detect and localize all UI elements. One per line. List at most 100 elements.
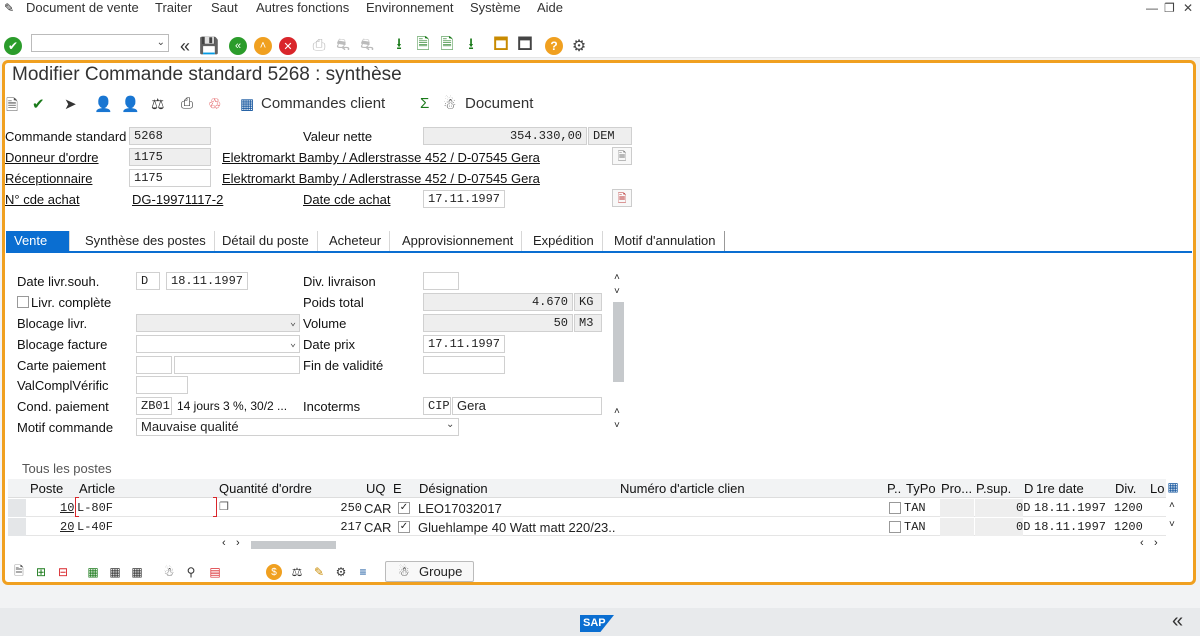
date-cde-achat-field[interactable]: 17.11.1997 (423, 190, 505, 208)
receptionnaire-field[interactable]: 1175 (129, 169, 211, 187)
menu-document-de-vente[interactable]: Document de vente (26, 0, 139, 15)
carte-paiement-field[interactable] (174, 356, 300, 374)
col-div[interactable]: Div. (1115, 480, 1136, 498)
scroll-down-icon[interactable]: ˅ (614, 420, 620, 431)
row-uq[interactable]: CAR (364, 519, 391, 537)
document-flow-icon[interactable]: ☃ (443, 95, 456, 113)
tab-approvisionnement[interactable]: Approvisionnement (394, 231, 523, 251)
sort-icon[interactable]: ≡ (354, 563, 372, 581)
partner-header-icon[interactable]: 👤 (94, 95, 113, 113)
date-livr-field[interactable]: 18.11.1997 (166, 272, 248, 290)
panel-scrollbar[interactable]: ˄ ˅ ˄ ˅ (612, 272, 626, 434)
partner-icon[interactable]: 👤 (121, 95, 140, 113)
menu-saut[interactable]: Saut (211, 0, 238, 15)
row-date[interactable]: 18.11.1997 (1034, 500, 1106, 518)
row-designation[interactable]: Gluehlampe 40 Watt matt 220/23... (418, 519, 616, 537)
row-article[interactable]: L-40F (77, 519, 113, 537)
row-uq[interactable]: CAR (364, 500, 391, 518)
row-selector[interactable] (8, 499, 26, 517)
date-livr-type-field[interactable]: D (136, 272, 160, 290)
reject-icon[interactable]: ♲ (208, 95, 221, 113)
orders-list-icon[interactable]: ▦ (240, 95, 254, 113)
column-settings-icon[interactable]: ▦ (1165, 480, 1181, 496)
grid-hscrollbar[interactable]: ‹ › ‹ › (220, 537, 1166, 551)
col-typo[interactable]: TyPo (906, 480, 936, 498)
blocage-livr-select[interactable]: ⌄ (136, 314, 300, 332)
cancel-icon[interactable]: ✕ (279, 37, 297, 55)
row-d[interactable]: 0D (1016, 519, 1030, 537)
row-quantite[interactable]: 250 (300, 500, 362, 518)
receptionnaire-label[interactable]: Réceptionnaire (5, 171, 92, 186)
menu-aide[interactable]: Aide (537, 0, 563, 15)
menu-traiter[interactable]: Traiter (155, 0, 192, 15)
no-cde-achat-label[interactable]: N° cde achat (5, 192, 80, 207)
col-lot[interactable]: Lot (1150, 480, 1164, 498)
scroll-thumb[interactable] (613, 302, 624, 382)
exit-icon[interactable]: ˄ (254, 37, 272, 55)
row-designation[interactable]: LEO17032017 (418, 500, 502, 518)
col-p[interactable]: P.. (887, 480, 901, 498)
col-poste[interactable]: Poste (30, 480, 63, 498)
menu-environnement[interactable]: Environnement (366, 0, 453, 15)
attachment-icon[interactable]: 🗎 (612, 189, 632, 207)
receptionnaire-name[interactable]: Elektromarkt Bamby / Adlerstrasse 452 / … (222, 171, 540, 186)
previous-page-icon[interactable]: 🗎 (413, 36, 433, 56)
col-uq[interactable]: UQ (366, 480, 386, 498)
col-e[interactable]: E (393, 480, 402, 498)
edit-note-icon[interactable]: ✎ (310, 563, 328, 581)
partner-item-icon[interactable]: ⚲ (182, 563, 200, 581)
item-detail-icon[interactable]: 🗎 (10, 563, 28, 581)
tab-acheteur[interactable]: Acheteur (321, 231, 391, 251)
row-poste[interactable]: 20 (60, 519, 74, 537)
menu-systeme[interactable]: Système (470, 0, 521, 15)
blocage-facture-select[interactable]: ⌄ (136, 335, 300, 353)
row-article[interactable]: L-80F (77, 500, 113, 518)
date-cde-achat-label[interactable]: Date cde achat (303, 192, 390, 207)
command-field[interactable]: ⌄ (31, 34, 169, 52)
value-help-icon[interactable]: ❐ (219, 500, 229, 513)
select-block-icon[interactable]: ▦ (106, 563, 124, 581)
row-e-checkbox[interactable]: ✓ (398, 502, 410, 514)
select-all-icon[interactable]: ▦ (84, 563, 102, 581)
row-typo[interactable]: TAN (904, 500, 926, 518)
row-date[interactable]: 18.11.1997 (1034, 519, 1106, 537)
document-flow-item-icon[interactable]: ☃ (160, 563, 178, 581)
menu-icon[interactable]: ✎ (4, 1, 14, 15)
col-pro[interactable]: Pro... (941, 480, 972, 498)
scroll-down-small-icon[interactable]: ˅ (614, 286, 620, 297)
text-document-icon[interactable]: 🗎 (612, 147, 632, 165)
scroll-left-end-icon[interactable]: ‹ (1140, 537, 1144, 549)
row-typo[interactable]: TAN (904, 519, 926, 537)
tab-expedition[interactable]: Expédition (525, 231, 603, 251)
scroll-up-icon[interactable]: ˄ (614, 272, 620, 283)
row-e-checkbox[interactable]: ✓ (398, 521, 410, 533)
check-icon[interactable]: ✔ (32, 95, 45, 113)
row-d[interactable]: 0D (1016, 500, 1030, 518)
save-icon[interactable]: 💾 (199, 36, 219, 56)
col-quantite[interactable]: Quantité d'ordre (219, 480, 312, 498)
pricing-icon[interactable]: $ (266, 564, 282, 580)
import-icon[interactable]: ➤ (64, 95, 77, 113)
scroll-left-icon[interactable]: ‹ (222, 537, 226, 549)
scroll-up-small-icon[interactable]: ˄ (614, 406, 620, 417)
deselect-all-icon[interactable]: ▦ (128, 563, 146, 581)
insert-row-icon[interactable]: ⊞ (32, 563, 50, 581)
delete-row-icon[interactable]: ⊟ (54, 563, 72, 581)
cond-paiement-code-field[interactable]: ZB01 (136, 397, 172, 415)
create-session-icon[interactable]: 🗖 (491, 36, 511, 56)
tab-motif-annulation[interactable]: Motif d'annulation (606, 231, 725, 251)
div-livraison-field[interactable] (423, 272, 459, 290)
groupe-button[interactable]: ☃ Groupe (385, 561, 474, 582)
date-prix-field[interactable]: 17.11.1997 (423, 335, 505, 353)
hscroll-thumb[interactable] (251, 541, 336, 549)
incoterms-place-field[interactable]: Gera (452, 397, 602, 415)
enter-icon[interactable]: ✔ (4, 37, 22, 55)
balance-icon[interactable]: ⚖ (151, 95, 164, 113)
conditions-icon[interactable]: ⎙ (181, 95, 193, 112)
gear-icon[interactable]: ⚙ (569, 36, 589, 56)
tab-detail-poste[interactable]: Détail du poste (214, 231, 318, 251)
fin-validite-field[interactable] (423, 356, 505, 374)
collapse-status-icon[interactable]: « (1172, 610, 1183, 633)
col-1re-date[interactable]: 1re date (1036, 480, 1084, 498)
sum-icon[interactable]: Σ (420, 95, 429, 112)
